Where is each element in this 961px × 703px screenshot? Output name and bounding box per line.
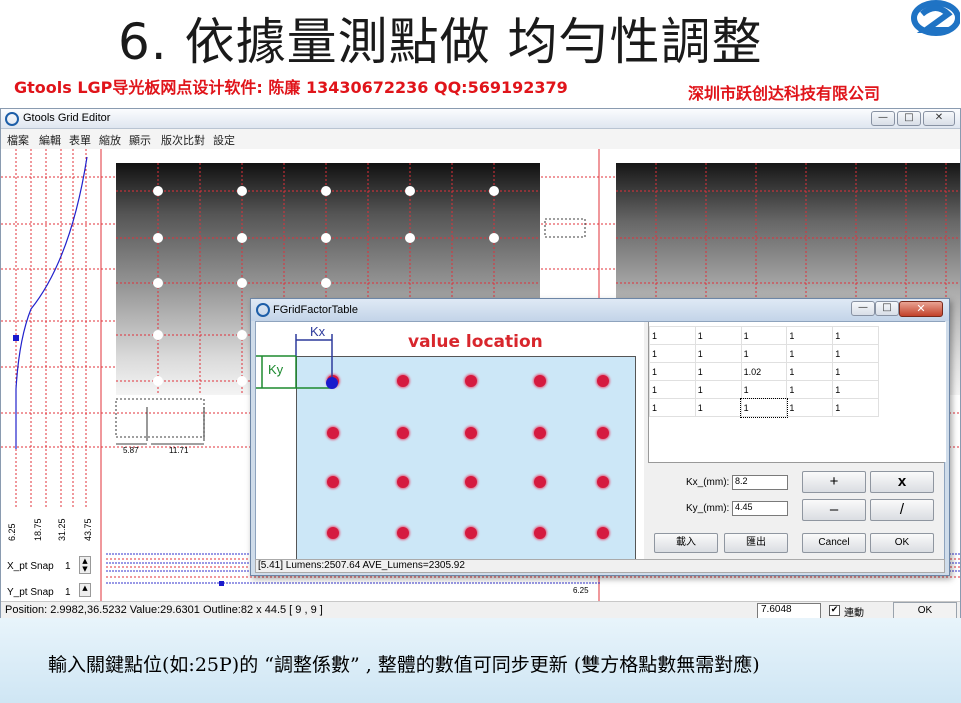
dialog-title: FGridFactorTable	[273, 304, 358, 316]
x-snap-stepper[interactable]: ▲ ▼	[79, 556, 91, 574]
divide-button[interactable]: /	[870, 499, 934, 521]
slide-caption: 輸入關鍵點位(如:25P)的 “調整係數” , 整體的數值可同步更新 (雙方格點…	[48, 654, 760, 676]
app-logo-icon	[5, 112, 19, 126]
value-input[interactable]: 7.6048	[757, 603, 821, 619]
ky-field-label: Ky_(mm):	[686, 503, 730, 514]
menu-file[interactable]: 檔案	[7, 132, 29, 148]
axis-label-3: 31.25	[57, 518, 67, 541]
slide-title: 6. 依據量測點做 均勻性調整	[118, 13, 763, 71]
table-row: 1 1 1 1 1	[649, 344, 879, 363]
factor-cell[interactable]: 1	[832, 344, 879, 363]
window-titlebar: Gtools Grid Editor — □ ✕	[1, 109, 960, 129]
table-row: 1 1 1 1 1	[649, 326, 879, 345]
y-snap-stepper[interactable]: ▲	[79, 583, 91, 597]
table-row: 1 1 1 1 1	[649, 397, 879, 418]
dimension-label: 5.87	[123, 446, 139, 455]
factor-cell[interactable]: 1	[694, 344, 742, 363]
menu-version-compare[interactable]: 版次比對	[161, 132, 205, 148]
factor-table-panel: 1 1 1 1 1 1 1 1 1 1 1 1 1.02 1 1 1 1 1 1…	[648, 322, 946, 462]
export-button[interactable]: 匯出	[724, 533, 788, 553]
menu-edit[interactable]: 編輯	[39, 132, 61, 148]
factor-cell[interactable]: 1.02	[740, 362, 788, 381]
grid-factor-dialog: FGridFactorTable — □ ✕ value location Kx…	[250, 298, 950, 576]
factor-cell[interactable]: 1	[832, 326, 879, 345]
factor-cell[interactable]: 1	[832, 362, 879, 381]
y-snap-value[interactable]: 1	[65, 587, 71, 598]
link-checkbox[interactable]: ✔	[829, 605, 840, 616]
ok-button[interactable]: OK	[893, 602, 957, 619]
factor-cell-selected[interactable]: 1	[740, 397, 788, 418]
value-location-sketch: value location Kx Ky	[256, 322, 644, 562]
x-snap-label: X_pt Snap	[7, 561, 54, 572]
slide-subtitle-company: 深圳市跃创达科技有限公司	[688, 84, 881, 103]
dialog-close-button[interactable]: ✕	[899, 301, 943, 317]
factor-cell[interactable]: 1	[786, 362, 834, 381]
factor-cell[interactable]: 1	[649, 362, 696, 381]
dialog-titlebar: FGridFactorTable — □ ✕	[251, 299, 949, 321]
factor-cell[interactable]: 1	[786, 326, 834, 345]
menu-form[interactable]: 表單	[69, 132, 91, 148]
dialog-minimize-button[interactable]: —	[851, 301, 875, 316]
menu-zoom[interactable]: 縮放	[99, 132, 121, 148]
dialog-maximize-button[interactable]: □	[875, 301, 899, 316]
status-bar: Position: 2.9982,36.5232 Value:29.6301 O…	[1, 601, 960, 619]
factor-cell[interactable]: 1	[694, 326, 742, 345]
factor-cell[interactable]: 1	[694, 380, 742, 399]
close-button[interactable]: ✕	[923, 111, 955, 126]
factor-cell[interactable]: 1	[786, 344, 834, 363]
factor-cell[interactable]: 1	[832, 398, 879, 417]
factor-cell[interactable]: 1	[786, 380, 834, 399]
dialog-ok-button[interactable]: OK	[870, 533, 934, 553]
kx-input[interactable]: 8.2	[732, 475, 788, 490]
window-title: Gtools Grid Editor	[23, 112, 111, 124]
table-row: 1 1 1 1 1	[649, 380, 879, 399]
menu-bar: 檔案 編輯 表單 縮放 顯示 版次比對 設定	[1, 129, 960, 149]
ky-label: Ky	[268, 362, 284, 377]
subtract-button[interactable]: –	[802, 499, 866, 521]
dialog-status-text: [5.41] Lumens:2507.64 AVE_Lumens=2305.92	[258, 560, 465, 571]
factor-cell[interactable]: 1	[649, 326, 696, 345]
kx-ky-marker-lines	[256, 334, 338, 389]
factor-cell[interactable]: 1	[740, 344, 788, 363]
add-button[interactable]: +	[802, 471, 866, 493]
import-button[interactable]: 載入	[654, 533, 718, 553]
value-location-label: value location	[408, 332, 543, 352]
x-snap-value[interactable]: 1	[65, 561, 71, 572]
multiply-button[interactable]: x	[870, 471, 934, 493]
factor-cell[interactable]: 1	[740, 326, 788, 345]
axis-label-2: 18.75	[33, 518, 43, 541]
axis-label-1: 6.25	[7, 523, 17, 541]
factor-table[interactable]: 1 1 1 1 1 1 1 1 1 1 1 1 1.02 1 1 1 1 1 1…	[649, 326, 879, 418]
company-logo-icon	[900, 0, 961, 40]
kx-label: Kx	[310, 324, 326, 339]
factor-cell[interactable]: 1	[832, 380, 879, 399]
table-row: 1 1 1.02 1 1	[649, 362, 879, 381]
minimize-button[interactable]: —	[871, 111, 895, 126]
menu-display[interactable]: 顯示	[129, 132, 151, 148]
ky-input[interactable]: 4.45	[732, 501, 788, 516]
link-checkbox-label: 連動	[844, 608, 864, 619]
factor-cell[interactable]: 1	[786, 398, 834, 417]
axis-label-4: 43.75	[83, 518, 93, 541]
factor-cell[interactable]: 1	[694, 362, 742, 381]
y-snap-label: Y_pt Snap	[7, 587, 54, 598]
menu-settings[interactable]: 設定	[213, 132, 235, 148]
factor-cell[interactable]: 1	[649, 380, 696, 399]
maximize-button[interactable]: □	[897, 111, 921, 126]
dimension-label: 6.25	[573, 586, 589, 595]
factor-cell[interactable]: 1	[649, 398, 696, 417]
status-text: Position: 2.9982,36.5232 Value:29.6301 O…	[5, 604, 323, 616]
dialog-body: value location Kx Ky 1 1 1 1 1 1 1 1 1 1	[255, 321, 946, 570]
dimension-label: 11.71	[169, 446, 189, 455]
slide-subtitle-contact: Gtools LGP导光板网点设计软件: 陈廉 13430672236 QQ:5…	[14, 78, 568, 97]
dialog-status-bar: [5.41] Lumens:2507.64 AVE_Lumens=2305.92	[255, 559, 945, 573]
app-logo-icon	[256, 303, 270, 317]
kx-field-label: Kx_(mm):	[686, 477, 730, 488]
factor-control-panel: Kx_(mm): 8.2 Ky_(mm): 4.45 + x – / 載入 匯出…	[648, 462, 944, 570]
cancel-button[interactable]: Cancel	[802, 533, 866, 553]
factor-cell[interactable]: 1	[649, 344, 696, 363]
factor-cell[interactable]: 1	[694, 398, 742, 417]
factor-cell[interactable]: 1	[740, 380, 788, 399]
